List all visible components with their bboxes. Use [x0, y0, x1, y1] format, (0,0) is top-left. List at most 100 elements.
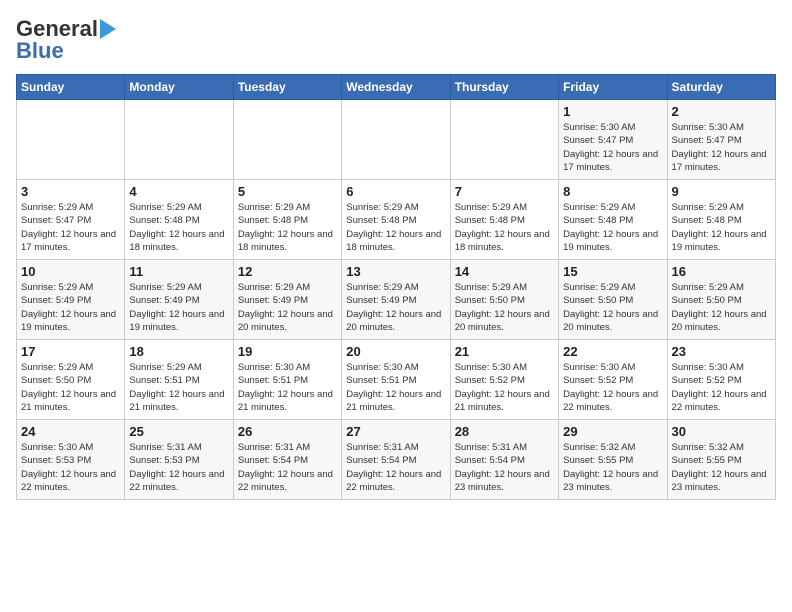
- calendar-cell: 6 Sunrise: 5:29 AM Sunset: 5:48 PM Daylig…: [342, 180, 450, 260]
- day-number: 10: [21, 264, 120, 279]
- day-info: Sunrise: 5:31 AM Sunset: 5:54 PM Dayligh…: [346, 441, 445, 494]
- day-info: Sunrise: 5:32 AM Sunset: 5:55 PM Dayligh…: [672, 441, 771, 494]
- day-number: 26: [238, 424, 337, 439]
- calendar-week-row: 17 Sunrise: 5:29 AM Sunset: 5:50 PM Dayli…: [17, 340, 776, 420]
- day-number: 11: [129, 264, 228, 279]
- col-header-sunday: Sunday: [17, 75, 125, 100]
- calendar-cell: [342, 100, 450, 180]
- day-info: Sunrise: 5:29 AM Sunset: 5:47 PM Dayligh…: [21, 201, 120, 254]
- calendar-table: SundayMondayTuesdayWednesdayThursdayFrid…: [16, 74, 776, 500]
- calendar-cell: 17 Sunrise: 5:29 AM Sunset: 5:50 PM Dayli…: [17, 340, 125, 420]
- day-number: 5: [238, 184, 337, 199]
- calendar-cell: 23 Sunrise: 5:30 AM Sunset: 5:52 PM Dayli…: [667, 340, 775, 420]
- logo: General Blue: [16, 16, 116, 64]
- day-info: Sunrise: 5:29 AM Sunset: 5:48 PM Dayligh…: [129, 201, 228, 254]
- calendar-cell: 29 Sunrise: 5:32 AM Sunset: 5:55 PM Dayli…: [559, 420, 667, 500]
- day-number: 15: [563, 264, 662, 279]
- day-info: Sunrise: 5:29 AM Sunset: 5:48 PM Dayligh…: [346, 201, 445, 254]
- day-info: Sunrise: 5:30 AM Sunset: 5:52 PM Dayligh…: [672, 361, 771, 414]
- day-number: 13: [346, 264, 445, 279]
- day-info: Sunrise: 5:29 AM Sunset: 5:48 PM Dayligh…: [455, 201, 554, 254]
- day-info: Sunrise: 5:29 AM Sunset: 5:50 PM Dayligh…: [21, 361, 120, 414]
- calendar-cell: 12 Sunrise: 5:29 AM Sunset: 5:49 PM Dayli…: [233, 260, 341, 340]
- col-header-thursday: Thursday: [450, 75, 558, 100]
- logo-text-blue: Blue: [16, 38, 64, 64]
- calendar-week-row: 10 Sunrise: 5:29 AM Sunset: 5:49 PM Dayli…: [17, 260, 776, 340]
- calendar-cell: 20 Sunrise: 5:30 AM Sunset: 5:51 PM Dayli…: [342, 340, 450, 420]
- calendar-cell: 27 Sunrise: 5:31 AM Sunset: 5:54 PM Dayli…: [342, 420, 450, 500]
- day-number: 29: [563, 424, 662, 439]
- calendar-cell: 21 Sunrise: 5:30 AM Sunset: 5:52 PM Dayli…: [450, 340, 558, 420]
- calendar-cell: 7Sunrise: 5:29 AM Sunset: 5:48 PM Daylig…: [450, 180, 558, 260]
- logo-arrow-icon: [100, 19, 116, 39]
- day-info: Sunrise: 5:30 AM Sunset: 5:53 PM Dayligh…: [21, 441, 120, 494]
- calendar-week-row: 3 Sunrise: 5:29 AM Sunset: 5:47 PM Daylig…: [17, 180, 776, 260]
- day-number: 1: [563, 104, 662, 119]
- col-header-tuesday: Tuesday: [233, 75, 341, 100]
- col-header-friday: Friday: [559, 75, 667, 100]
- calendar-cell: 25 Sunrise: 5:31 AM Sunset: 5:53 PM Dayli…: [125, 420, 233, 500]
- day-info: Sunrise: 5:29 AM Sunset: 5:50 PM Dayligh…: [672, 281, 771, 334]
- day-info: Sunrise: 5:30 AM Sunset: 5:52 PM Dayligh…: [563, 361, 662, 414]
- calendar-cell: 9 Sunrise: 5:29 AM Sunset: 5:48 PM Daylig…: [667, 180, 775, 260]
- calendar-cell: 28 Sunrise: 5:31 AM Sunset: 5:54 PM Dayli…: [450, 420, 558, 500]
- col-header-wednesday: Wednesday: [342, 75, 450, 100]
- calendar-cell: 1 Sunrise: 5:30 AM Sunset: 5:47 PM Daylig…: [559, 100, 667, 180]
- day-number: 17: [21, 344, 120, 359]
- day-info: Sunrise: 5:30 AM Sunset: 5:52 PM Dayligh…: [455, 361, 554, 414]
- day-info: Sunrise: 5:30 AM Sunset: 5:47 PM Dayligh…: [672, 121, 771, 174]
- day-number: 22: [563, 344, 662, 359]
- day-info: Sunrise: 5:30 AM Sunset: 5:51 PM Dayligh…: [238, 361, 337, 414]
- calendar-cell: [450, 100, 558, 180]
- day-number: 23: [672, 344, 771, 359]
- day-info: Sunrise: 5:30 AM Sunset: 5:51 PM Dayligh…: [346, 361, 445, 414]
- calendar-header-row: SundayMondayTuesdayWednesdayThursdayFrid…: [17, 75, 776, 100]
- calendar-cell: [125, 100, 233, 180]
- day-number: 20: [346, 344, 445, 359]
- calendar-cell: 16Sunrise: 5:29 AM Sunset: 5:50 PM Dayli…: [667, 260, 775, 340]
- calendar-cell: [233, 100, 341, 180]
- calendar-cell: 10 Sunrise: 5:29 AM Sunset: 5:49 PM Dayli…: [17, 260, 125, 340]
- calendar-cell: 3 Sunrise: 5:29 AM Sunset: 5:47 PM Daylig…: [17, 180, 125, 260]
- calendar-cell: 22 Sunrise: 5:30 AM Sunset: 5:52 PM Dayli…: [559, 340, 667, 420]
- day-number: 9: [672, 184, 771, 199]
- day-number: 28: [455, 424, 554, 439]
- day-info: Sunrise: 5:31 AM Sunset: 5:54 PM Dayligh…: [455, 441, 554, 494]
- day-number: 3: [21, 184, 120, 199]
- calendar-cell: 4 Sunrise: 5:29 AM Sunset: 5:48 PM Daylig…: [125, 180, 233, 260]
- day-number: 21: [455, 344, 554, 359]
- day-info: Sunrise: 5:29 AM Sunset: 5:48 PM Dayligh…: [238, 201, 337, 254]
- day-number: 30: [672, 424, 771, 439]
- calendar-week-row: 1 Sunrise: 5:30 AM Sunset: 5:47 PM Daylig…: [17, 100, 776, 180]
- calendar-cell: 8 Sunrise: 5:29 AM Sunset: 5:48 PM Daylig…: [559, 180, 667, 260]
- day-number: 27: [346, 424, 445, 439]
- day-number: 4: [129, 184, 228, 199]
- day-info: Sunrise: 5:29 AM Sunset: 5:50 PM Dayligh…: [563, 281, 662, 334]
- col-header-monday: Monday: [125, 75, 233, 100]
- day-number: 25: [129, 424, 228, 439]
- calendar-week-row: 24Sunrise: 5:30 AM Sunset: 5:53 PM Dayli…: [17, 420, 776, 500]
- calendar-cell: 11 Sunrise: 5:29 AM Sunset: 5:49 PM Dayli…: [125, 260, 233, 340]
- day-number: 12: [238, 264, 337, 279]
- calendar-cell: 24Sunrise: 5:30 AM Sunset: 5:53 PM Dayli…: [17, 420, 125, 500]
- day-number: 8: [563, 184, 662, 199]
- day-info: Sunrise: 5:29 AM Sunset: 5:49 PM Dayligh…: [238, 281, 337, 334]
- day-info: Sunrise: 5:29 AM Sunset: 5:49 PM Dayligh…: [129, 281, 228, 334]
- calendar-cell: 13Sunrise: 5:29 AM Sunset: 5:49 PM Dayli…: [342, 260, 450, 340]
- calendar-cell: 14Sunrise: 5:29 AM Sunset: 5:50 PM Dayli…: [450, 260, 558, 340]
- day-number: 18: [129, 344, 228, 359]
- day-number: 6: [346, 184, 445, 199]
- day-info: Sunrise: 5:30 AM Sunset: 5:47 PM Dayligh…: [563, 121, 662, 174]
- day-info: Sunrise: 5:29 AM Sunset: 5:48 PM Dayligh…: [563, 201, 662, 254]
- day-info: Sunrise: 5:29 AM Sunset: 5:49 PM Dayligh…: [21, 281, 120, 334]
- day-number: 19: [238, 344, 337, 359]
- calendar-cell: 5 Sunrise: 5:29 AM Sunset: 5:48 PM Daylig…: [233, 180, 341, 260]
- day-number: 2: [672, 104, 771, 119]
- day-info: Sunrise: 5:31 AM Sunset: 5:53 PM Dayligh…: [129, 441, 228, 494]
- calendar-cell: [17, 100, 125, 180]
- day-number: 14: [455, 264, 554, 279]
- calendar-cell: 30 Sunrise: 5:32 AM Sunset: 5:55 PM Dayli…: [667, 420, 775, 500]
- day-info: Sunrise: 5:29 AM Sunset: 5:48 PM Dayligh…: [672, 201, 771, 254]
- day-info: Sunrise: 5:32 AM Sunset: 5:55 PM Dayligh…: [563, 441, 662, 494]
- calendar-cell: 18Sunrise: 5:29 AM Sunset: 5:51 PM Dayli…: [125, 340, 233, 420]
